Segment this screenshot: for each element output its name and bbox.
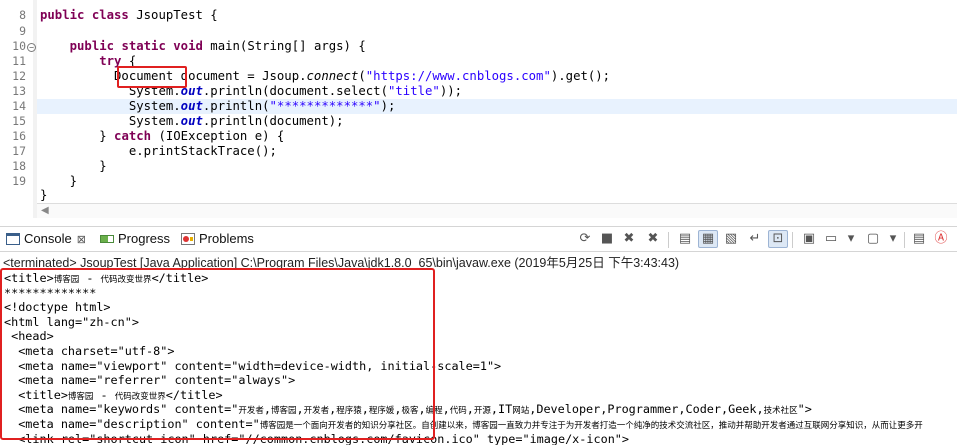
- line-number: 18: [12, 159, 26, 173]
- code-line[interactable]: 14 System.out.println("*************");: [12, 99, 957, 114]
- code-line[interactable]: 9: [0, 24, 957, 39]
- code-line[interactable]: 18 }: [0, 159, 957, 174]
- code-line[interactable]: 10− public static void main(String[] arg…: [0, 39, 957, 54]
- open-console-icon[interactable]: ▭: [822, 231, 840, 247]
- show-on-stderr-icon[interactable]: ▧: [722, 231, 740, 247]
- tab-progress[interactable]: Progress: [100, 230, 170, 248]
- line-number: 11: [12, 54, 26, 68]
- remove-all-icon[interactable]: ✖: [620, 231, 638, 247]
- code-text: public static void main(String[] args) {: [69, 39, 366, 53]
- remove-all-terminated-icon[interactable]: ✖: [644, 231, 662, 247]
- code-text: }: [40, 159, 107, 173]
- line-number: 17: [12, 144, 26, 158]
- code-text: System.out.println("*************");: [40, 99, 396, 113]
- tab-progress-label: Progress: [118, 231, 171, 246]
- line-number: 14: [12, 99, 26, 113]
- show-on-stdout-icon[interactable]: ▦: [698, 230, 718, 248]
- code-text: public class JsoupTest {: [40, 8, 218, 22]
- close-icon[interactable]: ⊠: [77, 234, 86, 246]
- chevron-down-icon[interactable]: ▾: [884, 231, 902, 247]
- line-number: 9: [19, 24, 26, 38]
- line-number: 15: [12, 114, 26, 128]
- document-highlight-box: [117, 66, 187, 88]
- code-text: System.out.println(document);: [40, 114, 344, 128]
- console-view-header: Console ⊠ Progress Problems ⟳ ■ ✖ ✖ ▤ ▦ ▧…: [0, 226, 957, 252]
- code-text: }: [40, 188, 48, 202]
- line-number: 12: [12, 69, 26, 83]
- code-editor[interactable]: 8 public class JsoupTest { 9 10− public sta…: [0, 0, 957, 218]
- code-text: System.out.println(document.select("titl…: [40, 84, 463, 98]
- fold-icon[interactable]: −: [27, 43, 36, 52]
- output-highlight-box: [0, 268, 435, 440]
- code-line[interactable]: }: [0, 188, 957, 203]
- line-number: 13: [12, 84, 26, 98]
- minimize-icon[interactable]: ▤: [910, 231, 928, 247]
- code-text: } catch (IOException e) {: [40, 129, 285, 143]
- code-line[interactable]: 17 e.printStackTrace();: [0, 144, 957, 159]
- tab-console-label: Console: [24, 231, 72, 246]
- console-icon: [6, 232, 20, 245]
- progress-icon: [100, 232, 114, 244]
- maximize-icon[interactable]: Ⓐ: [932, 231, 950, 247]
- remove-launch-icon[interactable]: ⟳: [576, 231, 594, 247]
- display-console-icon[interactable]: ▣: [800, 231, 818, 247]
- code-line[interactable]: 8 public class JsoupTest {: [0, 8, 957, 23]
- line-number: 10: [12, 39, 26, 53]
- code-text: }: [40, 174, 78, 188]
- pin-console-icon[interactable]: ⊡: [768, 230, 788, 248]
- problems-icon: [181, 232, 195, 245]
- line-number: 8: [19, 8, 26, 22]
- tab-problems[interactable]: Problems: [181, 230, 254, 248]
- scroll-left-icon[interactable]: ◀: [41, 205, 49, 216]
- tab-problems-label: Problems: [199, 231, 254, 246]
- scroll-lock-icon[interactable]: ▤: [676, 231, 694, 247]
- code-line[interactable]: 15 System.out.println(document);: [0, 114, 957, 129]
- tab-console[interactable]: Console ⊠: [6, 230, 86, 248]
- code-line[interactable]: 19 }: [0, 174, 957, 189]
- line-number: 16: [12, 129, 26, 143]
- word-wrap-icon[interactable]: ↵: [746, 231, 764, 247]
- code-text: e.printStackTrace();: [40, 144, 277, 158]
- new-console-icon[interactable]: ▢: [864, 231, 882, 247]
- editor-horizontal-scrollbar[interactable]: ◀: [37, 203, 957, 218]
- terminate-icon[interactable]: ■: [598, 231, 616, 247]
- code-line[interactable]: 16 } catch (IOException e) {: [0, 129, 957, 144]
- chevron-down-icon[interactable]: ▾: [842, 231, 860, 247]
- line-number: 19: [12, 174, 26, 188]
